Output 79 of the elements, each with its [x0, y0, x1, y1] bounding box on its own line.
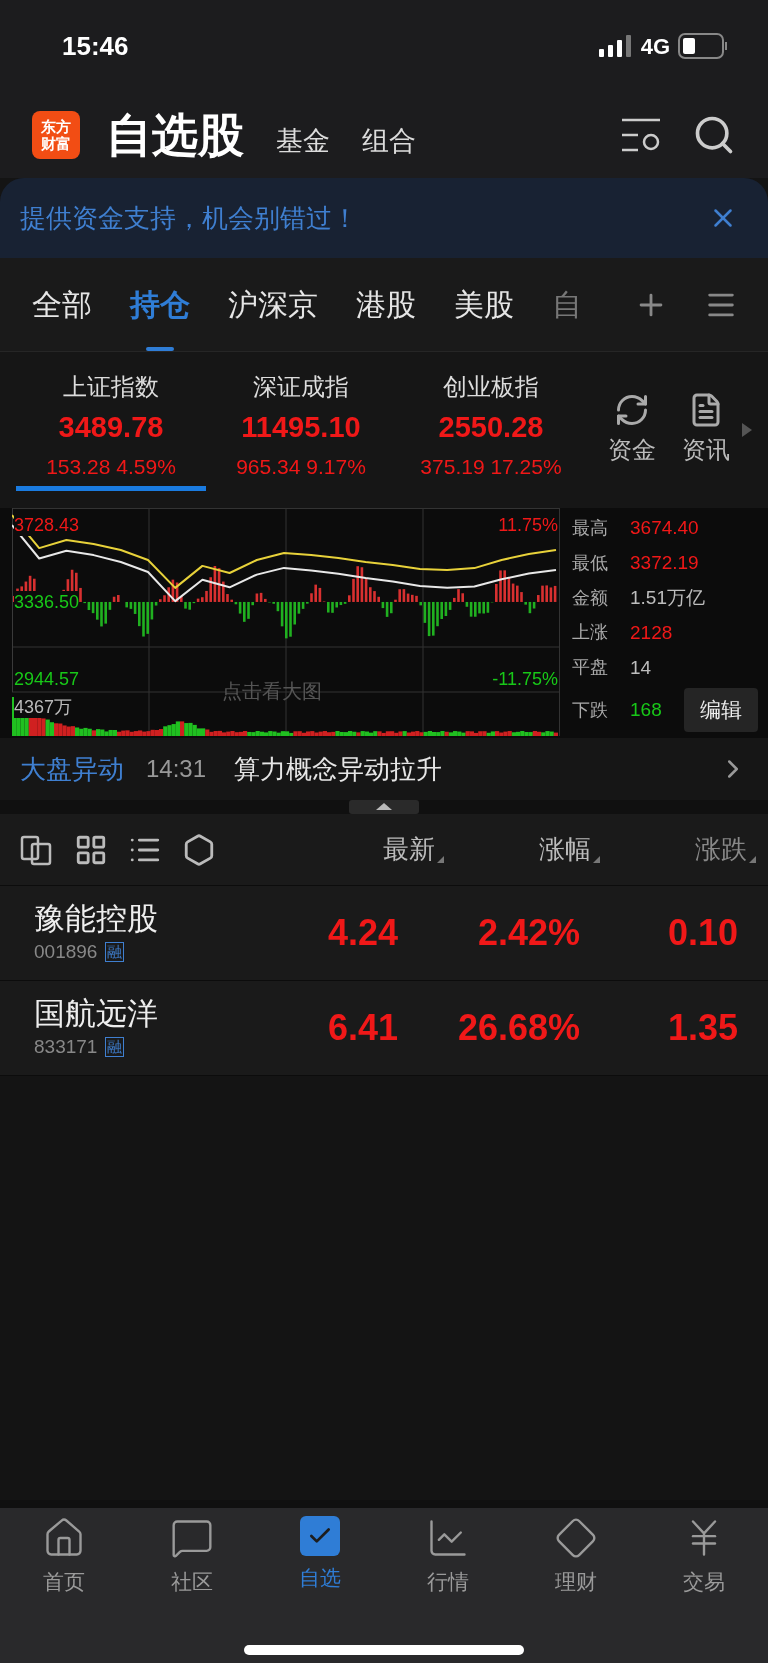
nav-tab[interactable]: 交易	[640, 1508, 768, 1598]
stat-value: 168	[630, 697, 662, 722]
column-sort-header[interactable]: 最新	[288, 830, 444, 869]
alert-label[interactable]: 大盘异动	[20, 749, 124, 789]
index-change: 375.19 17.25%	[420, 453, 562, 480]
index-card[interactable]: 深证成指 11495.10 965.34 9.17%	[206, 369, 396, 491]
app-logo: 东方财富	[32, 111, 80, 159]
index-change: 153.28 4.59%	[46, 453, 176, 480]
index-value: 2550.28	[438, 410, 544, 445]
index-value: 11495.10	[241, 410, 361, 445]
stock-price: 4.24	[326, 911, 398, 955]
stock-name[interactable]: 国航远洋	[34, 994, 158, 1033]
category-tab[interactable]: 沪深京	[228, 258, 318, 351]
stock-code: 833171	[34, 1034, 98, 1059]
sort-icon	[593, 856, 600, 863]
signal-icon	[598, 35, 633, 57]
quick-action[interactable]: 资讯	[682, 392, 730, 468]
quick-action[interactable]: 资金	[608, 392, 656, 468]
stat-label: 金额	[572, 586, 609, 610]
index-name: 创业板指	[443, 372, 539, 402]
collapse-handle-icon[interactable]	[349, 800, 419, 814]
stat-value: 1.51万亿	[630, 585, 705, 610]
y-tick-label: 3728.43	[14, 514, 80, 536]
header-link[interactable]: 组合	[362, 120, 416, 162]
stat-label: 上涨	[572, 621, 609, 645]
hexagon-settings-icon[interactable]	[182, 832, 216, 867]
stock-percent: 26.68%	[456, 1006, 580, 1050]
stat-value: 3674.40	[630, 516, 699, 540]
index-card[interactable]: 上证指数 3489.78 153.28 4.59%	[16, 369, 206, 491]
stat-value: 14	[630, 655, 652, 680]
list-settings-icon[interactable]	[620, 116, 662, 154]
margin-tag: 融	[105, 1037, 125, 1057]
stat-label: 下跌	[572, 698, 609, 722]
stock-price: 6.41	[326, 1006, 398, 1050]
nav-tab[interactable]: 社区	[128, 1508, 256, 1598]
index-card[interactable]: 创业板指 2550.28 375.19 17.25%	[396, 369, 586, 491]
chart-high-percent: 11.75%	[498, 514, 558, 536]
alert-time: 14:31	[146, 754, 207, 784]
index-change: 965.34 9.17%	[236, 453, 366, 480]
edit-button[interactable]: 编辑	[684, 688, 758, 732]
stock-name[interactable]: 豫能控股	[34, 899, 158, 938]
category-tab[interactable]: 全部	[32, 258, 92, 351]
stat-value: 3372.19	[630, 550, 699, 575]
network-label: 4G	[640, 32, 670, 61]
alert-text[interactable]: 算力概念异动拉升	[234, 749, 443, 789]
category-tab[interactable]: 持仓	[130, 258, 190, 351]
chart-low-percent: -11.75%	[492, 668, 558, 690]
stock-code: 001896	[34, 939, 98, 964]
nav-tab[interactable]: 理财	[512, 1508, 640, 1598]
stat-value: 2128	[630, 620, 673, 645]
refresh-icon	[614, 392, 650, 428]
stat-label: 平盘	[572, 656, 609, 680]
index-name: 上证指数	[63, 372, 159, 402]
column-sort-header[interactable]: 涨幅	[444, 830, 600, 869]
category-tab[interactable]: 美股	[454, 258, 514, 351]
page-title: 自选股	[106, 107, 244, 163]
stock-change: 0.10	[666, 911, 738, 955]
checkbox-icon	[300, 1516, 340, 1556]
caret-icon[interactable]	[742, 423, 752, 437]
stock-change: 1.35	[666, 1006, 738, 1050]
margin-tag: 融	[105, 942, 125, 962]
category-tab[interactable]: 港股	[356, 258, 416, 351]
nav-tab[interactable]: 首页	[0, 1508, 128, 1598]
nav-tab[interactable]: 行情	[384, 1508, 512, 1598]
header-link[interactable]: 基金	[276, 120, 330, 162]
index-value: 3489.78	[58, 410, 164, 445]
stat-label: 最低	[572, 551, 609, 575]
stock-percent: 2.42%	[476, 911, 580, 955]
diamond-icon	[554, 1516, 598, 1560]
import-icon[interactable]	[20, 833, 52, 866]
column-sort-header[interactable]: 涨跌	[600, 830, 756, 869]
category-tab[interactable]: 自	[552, 258, 582, 351]
stat-label: 最高	[572, 516, 609, 540]
status-time: 15:46	[62, 29, 129, 63]
sort-icon	[749, 856, 756, 863]
volume-label: 4367万	[14, 696, 73, 718]
battery-icon	[678, 33, 728, 59]
sort-icon	[437, 856, 444, 863]
index-name: 深证成指	[253, 372, 349, 402]
